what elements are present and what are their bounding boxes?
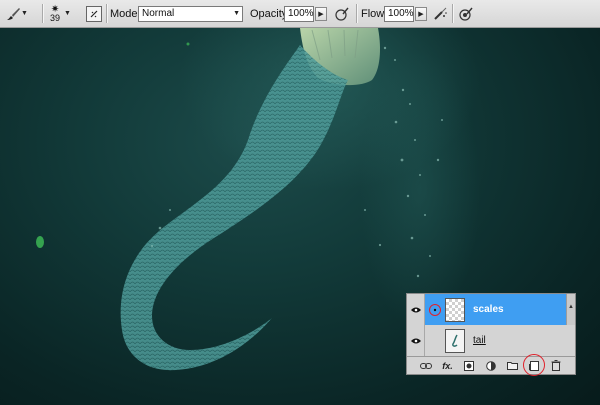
mode-select-box: Normal ▼ <box>138 5 243 22</box>
delete-layer-icon[interactable] <box>550 360 562 372</box>
chevron-down-icon: ▼ <box>21 10 28 17</box>
adjustment-layer-icon[interactable] <box>485 360 497 372</box>
brush-preset-picker[interactable]: ✷ 39 ▼ <box>50 0 71 27</box>
airbrush-button[interactable] <box>432 0 448 27</box>
tool-preset-picker[interactable]: ▼ <box>5 0 28 27</box>
document-canvas[interactable]: scales ▲ tail fx. <box>0 28 600 405</box>
brush-size-value: 39 <box>50 12 61 23</box>
chevron-down-icon: ▼ <box>233 10 240 17</box>
flow-input[interactable]: 100% <box>384 5 414 22</box>
options-bar: ▼ ✷ 39 ▼ Mode: Normal ▼ Opacity: 100% ▶ <box>0 0 600 28</box>
pressure-size-icon <box>458 6 474 22</box>
brush-size: ✷ 39 <box>50 4 61 23</box>
layers-panel-footer: fx. <box>407 353 575 376</box>
eye-icon[interactable] <box>407 325 425 356</box>
mode-label: Mode: <box>110 7 141 20</box>
link-layers-icon[interactable] <box>419 360 432 372</box>
layer-name-tail[interactable]: tail <box>473 335 486 346</box>
layer-thumbnail <box>445 297 465 322</box>
pressure-opacity-button[interactable] <box>334 0 350 27</box>
highlight-circle <box>523 353 546 376</box>
toggle-brush-panel-button[interactable] <box>86 0 102 27</box>
layer-name-scales[interactable]: scales <box>473 304 504 315</box>
pressure-size-button[interactable] <box>458 0 474 27</box>
brush-tool-icon <box>5 6 21 22</box>
opacity-slider-button[interactable]: ▶ <box>315 6 327 21</box>
layers-panel: scales ▲ tail fx. <box>406 293 576 376</box>
mode-select[interactable]: Normal ▼ <box>138 0 243 27</box>
layer-link-icon[interactable] <box>429 303 441 316</box>
layer-thumbnail <box>445 328 465 353</box>
chevron-down-icon: ▼ <box>64 10 71 17</box>
panel-scrollbar[interactable]: ▲ <box>566 294 575 325</box>
new-layer-icon[interactable] <box>523 353 546 376</box>
flow-slider-button[interactable]: ▶ <box>415 6 427 21</box>
layer-row-tail[interactable]: tail <box>407 325 575 356</box>
new-group-icon[interactable] <box>507 360 519 372</box>
toggle-brush-panel-icon <box>86 5 102 22</box>
eye-icon[interactable] <box>407 294 425 325</box>
fx-icon[interactable]: fx. <box>442 360 454 372</box>
airbrush-icon <box>432 6 448 22</box>
add-mask-icon[interactable] <box>463 360 475 372</box>
mode-value: Normal <box>142 8 175 19</box>
pressure-opacity-icon <box>334 6 350 22</box>
opacity-input[interactable]: 100% <box>284 5 314 22</box>
layer-row-scales[interactable]: scales ▲ <box>407 294 575 325</box>
